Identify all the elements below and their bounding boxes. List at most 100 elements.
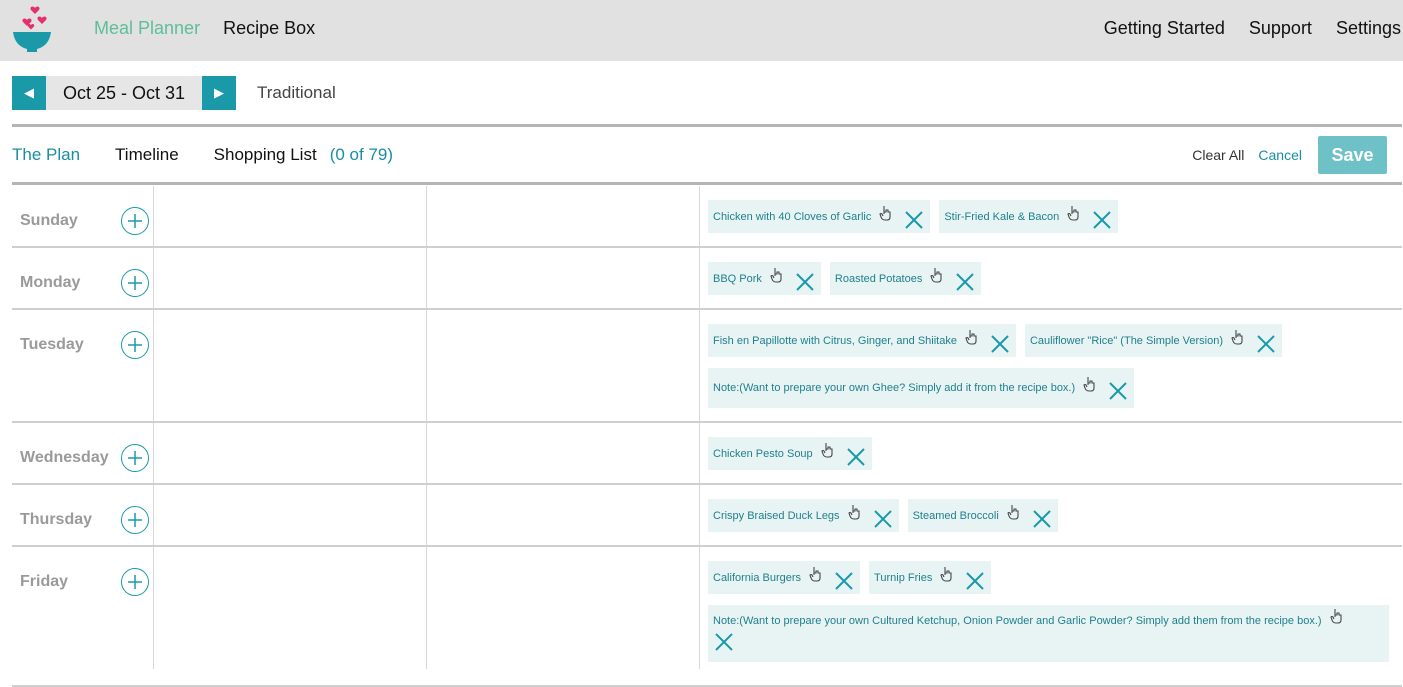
meal-chip-label: Fish en Papillotte with Citrus, Ginger, …: [713, 334, 957, 347]
week-selector: ◀ Oct 25 - Oct 31 ▶: [12, 76, 236, 110]
day-row-friday: Friday California Burgers Turnip Fries Note…: [12, 547, 1402, 687]
meal-chip-label: BBQ Pork: [713, 272, 762, 285]
nav-getting-started[interactable]: Getting Started: [1104, 18, 1225, 38]
meal-chip-label: Chicken Pesto Soup: [713, 447, 813, 460]
day-name: Monday: [20, 274, 81, 291]
meal-list: Fish en Papillotte with Citrus, Ginger, …: [708, 324, 1398, 419]
divider-bottom: [12, 182, 1402, 185]
plus-icon: [128, 214, 142, 228]
remove-x-icon[interactable]: [1255, 333, 1277, 355]
meal-chip[interactable]: BBQ Pork: [708, 262, 821, 295]
meal-chip-label: Stir-Fried Kale & Bacon: [944, 210, 1060, 223]
tab-timeline[interactable]: Timeline: [115, 145, 179, 165]
meal-chip[interactable]: Steamed Broccoli: [907, 499, 1058, 532]
top-navigation-bar: Meal Planner Recipe Box Getting Started …: [0, 0, 1403, 61]
meal-list: BBQ Pork Roasted Potatoes: [708, 262, 1398, 306]
add-meal-button[interactable]: [121, 331, 149, 359]
plus-icon: [128, 451, 142, 465]
tab-the-plan[interactable]: The Plan: [12, 145, 80, 165]
nav-support[interactable]: Support: [1249, 18, 1312, 38]
remove-x-icon[interactable]: [1107, 380, 1129, 402]
drag-hand-icon[interactable]: [1231, 329, 1245, 345]
remove-x-icon[interactable]: [964, 570, 986, 592]
meal-chip[interactable]: Cauliflower "Rice" (The Simple Version): [1024, 324, 1283, 357]
remove-x-icon[interactable]: [833, 570, 855, 592]
add-meal-button[interactable]: [121, 269, 149, 297]
previous-week-button[interactable]: ◀: [12, 76, 46, 110]
day-name: Thursday: [20, 511, 93, 528]
plus-icon: [128, 276, 142, 290]
drag-hand-icon[interactable]: [1067, 205, 1081, 221]
meal-chip[interactable]: Stir-Fried Kale & Bacon: [939, 200, 1119, 233]
nav-meal-planner[interactable]: Meal Planner: [94, 18, 200, 38]
plus-icon: [128, 338, 142, 352]
day-row-tuesday: Tuesday Fish en Papillotte with Citrus, G…: [12, 310, 1402, 423]
meal-list: Crispy Braised Duck Legs Steamed Broccoli: [708, 499, 1398, 543]
secondary-nav: Getting Started Support Settings: [1085, 18, 1401, 39]
day-name: Wednesday: [20, 449, 109, 466]
drag-hand-icon[interactable]: [809, 566, 823, 582]
day-name: Tuesday: [20, 336, 84, 353]
meal-chip[interactable]: California Burgers: [708, 561, 861, 594]
meal-chip[interactable]: Chicken Pesto Soup: [708, 437, 872, 470]
plan-type-label[interactable]: Traditional: [257, 83, 336, 103]
meal-list: California Burgers Turnip Fries Note:(Want…: [708, 561, 1398, 673]
week-range-label: Oct 25 - Oct 31: [46, 76, 202, 110]
drag-hand-icon[interactable]: [1329, 608, 1344, 624]
add-meal-button[interactable]: [121, 207, 149, 235]
meal-note[interactable]: Note:(Want to prepare your own Ghee? Sim…: [708, 368, 1135, 408]
save-button[interactable]: Save: [1318, 136, 1387, 174]
remove-x-icon[interactable]: [794, 271, 816, 293]
remove-x-icon[interactable]: [954, 271, 976, 293]
nav-settings[interactable]: Settings: [1336, 18, 1401, 38]
meal-chip[interactable]: Fish en Papillotte with Citrus, Ginger, …: [708, 324, 1016, 357]
meal-chip[interactable]: Turnip Fries: [869, 561, 992, 594]
remove-x-icon[interactable]: [713, 631, 735, 653]
drag-hand-icon[interactable]: [1007, 504, 1021, 520]
day-name: Friday: [20, 573, 69, 590]
remove-x-icon[interactable]: [845, 446, 867, 468]
day-row-thursday: Thursday Crispy Braised Duck Legs Steamed …: [12, 485, 1402, 547]
meal-chip-label: Cauliflower "Rice" (The Simple Version): [1029, 334, 1224, 347]
triangle-left-icon: ◀: [24, 85, 34, 100]
remove-x-icon[interactable]: [872, 508, 894, 530]
divider-top: [12, 124, 1402, 127]
remove-x-icon[interactable]: [1091, 209, 1113, 231]
add-meal-button[interactable]: [121, 506, 149, 534]
meal-chip-label: Steamed Broccoli: [912, 509, 999, 522]
meal-note[interactable]: Note:(Want to prepare your own Cultured …: [708, 605, 1389, 662]
nav-recipe-box[interactable]: Recipe Box: [223, 18, 315, 38]
drag-hand-icon[interactable]: [965, 329, 979, 345]
drag-hand-icon[interactable]: [940, 566, 954, 582]
meal-list: Chicken with 40 Cloves of Garlic Stir-Fri…: [708, 200, 1398, 244]
add-meal-button[interactable]: [121, 444, 149, 472]
tab-shopping-list[interactable]: Shopping List: [214, 145, 317, 165]
meal-list: Chicken Pesto Soup: [708, 437, 1398, 481]
add-meal-button[interactable]: [121, 568, 149, 596]
meal-chip-label: Turnip Fries: [874, 571, 933, 584]
day-row-monday: Monday BBQ Pork Roasted Potatoes: [12, 248, 1402, 310]
drag-hand-icon[interactable]: [847, 504, 862, 520]
meal-chip-label: Chicken with 40 Cloves of Garlic: [713, 210, 872, 223]
day-row-wednesday: Wednesday Chicken Pesto Soup: [12, 423, 1402, 485]
drag-hand-icon[interactable]: [1083, 376, 1097, 392]
remove-x-icon[interactable]: [989, 333, 1011, 355]
next-week-button[interactable]: ▶: [202, 76, 236, 110]
meal-chip-label: California Burgers: [713, 571, 802, 584]
remove-x-icon[interactable]: [1031, 508, 1053, 530]
clear-all-button[interactable]: Clear All: [1192, 147, 1244, 163]
shopping-list-count[interactable]: (0 of 79): [330, 145, 393, 165]
day-row-sunday: Sunday Chicken with 40 Cloves of Garlic St…: [12, 186, 1402, 248]
bowl-hearts-logo-icon[interactable]: [9, 2, 55, 54]
drag-hand-icon[interactable]: [821, 442, 835, 458]
meal-chip[interactable]: Roasted Potatoes: [829, 262, 982, 295]
drag-hand-icon[interactable]: [930, 267, 944, 283]
plan-actions: Clear All Cancel Save: [1192, 136, 1387, 174]
remove-x-icon[interactable]: [903, 209, 925, 231]
meal-chip-label: Roasted Potatoes: [834, 272, 923, 285]
cancel-button[interactable]: Cancel: [1258, 147, 1302, 163]
meal-chip[interactable]: Crispy Braised Duck Legs: [708, 499, 899, 532]
meal-chip[interactable]: Chicken with 40 Cloves of Garlic: [708, 200, 931, 233]
drag-hand-icon[interactable]: [879, 205, 893, 221]
drag-hand-icon[interactable]: [770, 267, 784, 283]
